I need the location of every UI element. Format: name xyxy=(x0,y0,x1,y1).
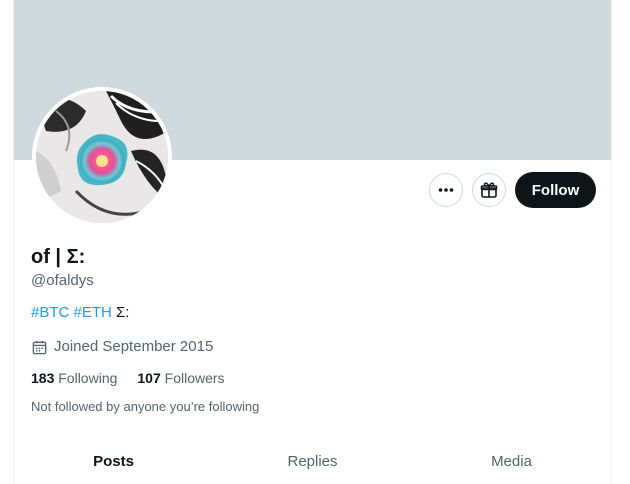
display-name: of | Σ: xyxy=(31,246,86,268)
avatar[interactable] xyxy=(32,87,172,227)
joined-date: Joined September 2015 xyxy=(31,337,594,357)
profile-column: Follow of | Σ: @ofaldys #BTC #ETH Σ: Joi… xyxy=(13,0,612,484)
joined-text: Joined September 2015 xyxy=(54,338,214,355)
hashtag-link[interactable]: #BTC xyxy=(31,304,69,321)
more-button[interactable] xyxy=(429,173,463,207)
tab-media[interactable]: Media xyxy=(412,441,611,484)
follow-button[interactable]: Follow xyxy=(515,172,596,208)
bio-text: Σ: xyxy=(116,304,130,321)
following-link[interactable]: 183 Following xyxy=(31,369,117,387)
hashtag-link[interactable]: #ETH xyxy=(74,304,112,321)
not-followed-notice: Not followed by anyone you’re following xyxy=(31,399,260,414)
calendar-icon xyxy=(32,340,47,354)
follow-stats: 183 Following 107 Followers xyxy=(31,369,594,387)
profile-page: Follow of | Σ: @ofaldys #BTC #ETH Σ: Joi… xyxy=(0,0,630,484)
profile-tabs: Posts Replies Media xyxy=(14,441,611,484)
followers-count: 107 xyxy=(137,370,161,386)
profile-info: of | Σ: @ofaldys #BTC #ETH Σ: Joined Sep… xyxy=(31,245,594,415)
gift-button[interactable] xyxy=(472,173,506,207)
tab-posts[interactable]: Posts xyxy=(14,441,213,484)
following-label: Following xyxy=(58,370,118,386)
tab-replies[interactable]: Replies xyxy=(213,441,412,484)
following-count: 183 xyxy=(31,370,55,386)
profile-bio: #BTC #ETH Σ: xyxy=(31,303,594,323)
followers-link[interactable]: 107 Followers xyxy=(137,369,224,387)
gift-icon xyxy=(480,182,498,198)
followers-label: Followers xyxy=(164,370,225,386)
profile-actions: Follow xyxy=(429,172,596,208)
more-horizontal-icon xyxy=(438,188,454,192)
username-handle: @ofaldys xyxy=(31,272,94,289)
avatar-image xyxy=(36,91,168,223)
